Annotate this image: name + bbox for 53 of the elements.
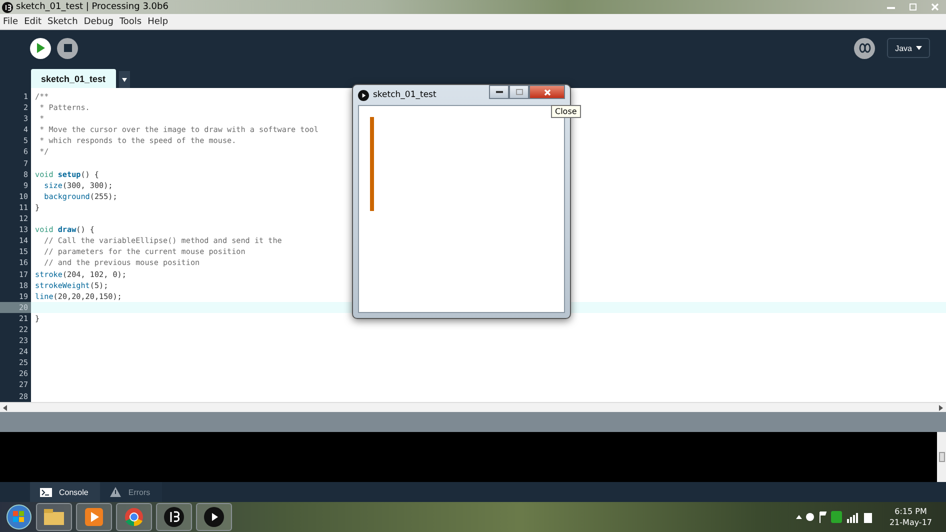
- close-button[interactable]: [529, 85, 565, 99]
- menu-item[interactable]: Edit: [24, 16, 42, 26]
- clock-date[interactable]: 21-May-17: [889, 517, 932, 528]
- minimize-button[interactable]: [489, 85, 509, 99]
- caret-icon: [122, 78, 127, 82]
- play-icon: [85, 508, 103, 526]
- horizontal-scrollbar[interactable]: [0, 402, 946, 412]
- processing-taskbar-button[interactable]: [156, 503, 192, 531]
- start-button[interactable]: [6, 504, 32, 530]
- vertical-scrollbar[interactable]: [937, 432, 946, 482]
- tooltip: Close: [551, 105, 581, 118]
- window-title: sketch_01_test | Processing 3.0b6: [16, 2, 168, 12]
- play-icon: [36, 43, 45, 53]
- maximize-icon: [516, 89, 522, 95]
- editor-tab[interactable]: sketch_01_test: [31, 69, 116, 88]
- folder-icon: [44, 509, 64, 525]
- close-icon: [544, 88, 550, 96]
- play-icon: [358, 90, 369, 100]
- console-tab[interactable]: Console: [30, 482, 100, 502]
- tab-menu-button[interactable]: [118, 71, 130, 88]
- run-button[interactable]: [30, 38, 51, 58]
- clock-time[interactable]: 6:15 PM: [894, 506, 927, 517]
- scroll-thumb-icon: [938, 452, 944, 462]
- maximize-icon: [909, 3, 917, 11]
- menu-item[interactable]: Debug: [84, 16, 114, 26]
- app-logo-icon: [164, 507, 184, 527]
- app-logo-icon: [2, 2, 13, 12]
- menu-item[interactable]: File: [3, 16, 18, 26]
- browser-icon: [124, 507, 144, 527]
- warning-icon: [110, 487, 122, 497]
- media-player-taskbar-button[interactable]: [76, 503, 112, 531]
- stop-button[interactable]: [57, 38, 78, 58]
- console-tab[interactable]: Errors: [100, 482, 162, 502]
- stop-icon: [64, 44, 72, 52]
- maximize-button[interactable]: [509, 85, 529, 99]
- menu-item[interactable]: Sketch: [48, 16, 78, 26]
- terminal-icon: [40, 488, 52, 496]
- folder-taskbar-button[interactable]: [36, 503, 72, 531]
- right-arrow-icon: [939, 404, 943, 410]
- menu-item[interactable]: Tools: [119, 16, 142, 26]
- menu-item[interactable]: Help: [148, 16, 168, 26]
- play-icon: [204, 507, 224, 527]
- butterfly-icon: [858, 42, 871, 54]
- sketch-window-title: sketch_01_test: [373, 90, 436, 100]
- caret-icon: [916, 46, 922, 50]
- mode-dropdown[interactable]: Java: [887, 38, 930, 58]
- close-icon: [931, 3, 939, 11]
- minimize-icon: [496, 91, 502, 93]
- debug-button[interactable]: [854, 38, 876, 58]
- sketch-taskbar-button[interactable]: [196, 503, 232, 531]
- left-arrow-icon: [3, 404, 7, 410]
- minimize-icon: [887, 6, 895, 8]
- browser-taskbar-button[interactable]: [116, 503, 152, 531]
